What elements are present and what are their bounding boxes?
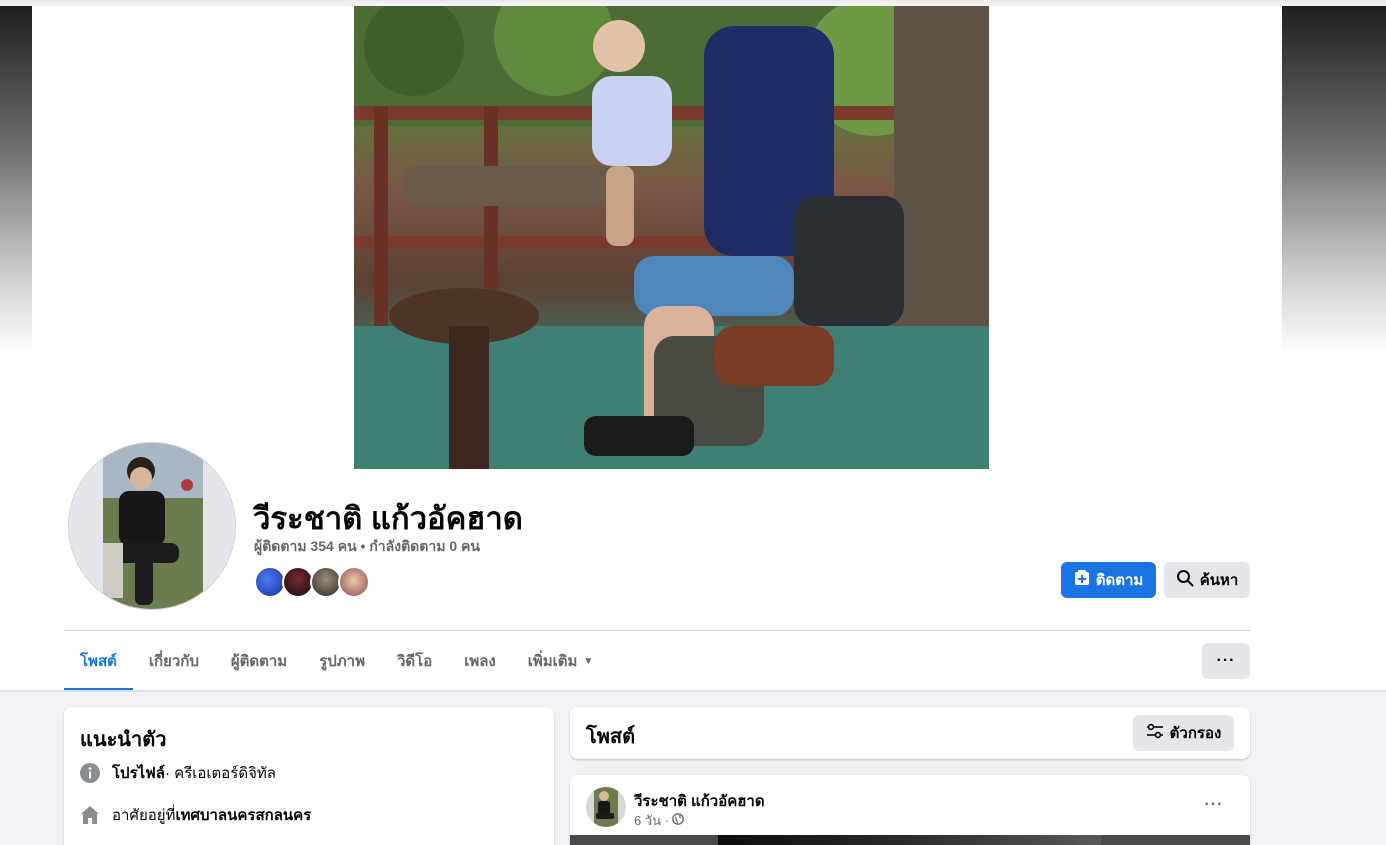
more-dots-icon: ··· bbox=[1216, 652, 1236, 669]
post-more-button[interactable]: ··· bbox=[1196, 787, 1232, 823]
tab-label: เพิ่มเติม bbox=[527, 653, 578, 670]
caret-down-icon: ▼ bbox=[583, 655, 594, 667]
tab-music[interactable]: เพลง bbox=[448, 631, 512, 691]
tab-more[interactable]: เพิ่มเติม ▼ bbox=[512, 631, 610, 691]
cover-photo[interactable] bbox=[354, 6, 989, 469]
profile-header: วีระชาติ แก้วอัคฮาด ผู้ติดตาม 354 คน • ก… bbox=[0, 0, 1386, 692]
tab-photos[interactable]: รูปภาพ bbox=[303, 631, 381, 691]
tab-label: เกี่ยวกับ bbox=[148, 653, 199, 670]
top-shadow bbox=[0, 0, 1386, 6]
search-button[interactable]: ค้นหา bbox=[1164, 562, 1250, 598]
profile-avatar[interactable] bbox=[68, 442, 236, 610]
tab-label: วิดีโอ bbox=[396, 653, 433, 670]
intro-profile-row: โปรไฟล์ · ครีเอเตอร์ดิจิทัล bbox=[80, 761, 276, 785]
post-card: วีระชาติ แก้วอัคฮาด 6 วัน · ··· bbox=[570, 775, 1250, 845]
filter-sliders-icon bbox=[1146, 723, 1164, 743]
tab-label: ผู้ติดตาม bbox=[230, 653, 288, 670]
posts-title: โพสต์ bbox=[586, 726, 636, 748]
follow-plus-icon bbox=[1074, 570, 1090, 590]
home-icon bbox=[80, 805, 100, 825]
more-dots-icon: ··· bbox=[1204, 796, 1224, 813]
search-icon bbox=[1176, 569, 1194, 591]
post-meta: 6 วัน · bbox=[634, 810, 684, 831]
intro-profile-label: โปรไฟล์ bbox=[112, 765, 165, 782]
follower-avatars[interactable] bbox=[254, 566, 374, 598]
tab-label: รูปภาพ bbox=[319, 653, 365, 670]
tab-label: โพสต์ bbox=[80, 653, 117, 670]
intro-lives-row: อาศัยอยู่ที่ เทศบาลนครสกลนคร bbox=[80, 803, 311, 827]
filter-button-label: ตัวกรอง bbox=[1169, 725, 1222, 742]
intro-lives-place[interactable]: เทศบาลนครสกลนคร bbox=[175, 803, 311, 827]
post-time[interactable]: 6 วัน · bbox=[634, 810, 669, 831]
post-image[interactable] bbox=[570, 835, 1250, 845]
profile-tabs: โพสต์ เกี่ยวกับ ผู้ติดตาม รูปภาพ วิดีโอ … bbox=[64, 631, 609, 691]
intro-lives-prefix: อาศัยอยู่ที่ bbox=[112, 807, 176, 824]
intro-profile-category: · ครีเอเตอร์ดิจิทัล bbox=[165, 765, 276, 782]
intro-card: แนะนำตัว โปรไฟล์ · ครีเอเตอร์ดิจิทัล อาศ… bbox=[64, 707, 554, 845]
more-options-button[interactable]: ··· bbox=[1202, 643, 1250, 679]
info-icon bbox=[80, 763, 100, 783]
post-author-avatar[interactable] bbox=[586, 787, 626, 827]
post-image-content bbox=[718, 835, 1101, 845]
follow-button[interactable]: ติดตาม bbox=[1061, 562, 1156, 598]
search-button-label: ค้นหา bbox=[1199, 572, 1239, 589]
header-bottom-border bbox=[0, 690, 1386, 692]
tab-videos[interactable]: วิดีโอ bbox=[381, 631, 448, 691]
tab-followers[interactable]: ผู้ติดตาม bbox=[215, 631, 303, 691]
tab-label: เพลง bbox=[464, 653, 496, 670]
tab-about[interactable]: เกี่ยวกับ bbox=[133, 631, 215, 691]
follow-stats[interactable]: ผู้ติดตาม 354 คน • กำลังติดตาม 0 คน bbox=[254, 536, 480, 558]
follower-avatar[interactable] bbox=[338, 566, 370, 598]
intro-title: แนะนำตัว bbox=[80, 729, 167, 751]
posts-header-card: โพสต์ ตัวกรอง bbox=[570, 707, 1250, 759]
follow-button-label: ติดตาม bbox=[1095, 572, 1144, 589]
globe-icon bbox=[672, 813, 684, 828]
filter-button[interactable]: ตัวกรอง bbox=[1133, 715, 1234, 751]
tab-posts[interactable]: โพสต์ bbox=[64, 631, 133, 691]
